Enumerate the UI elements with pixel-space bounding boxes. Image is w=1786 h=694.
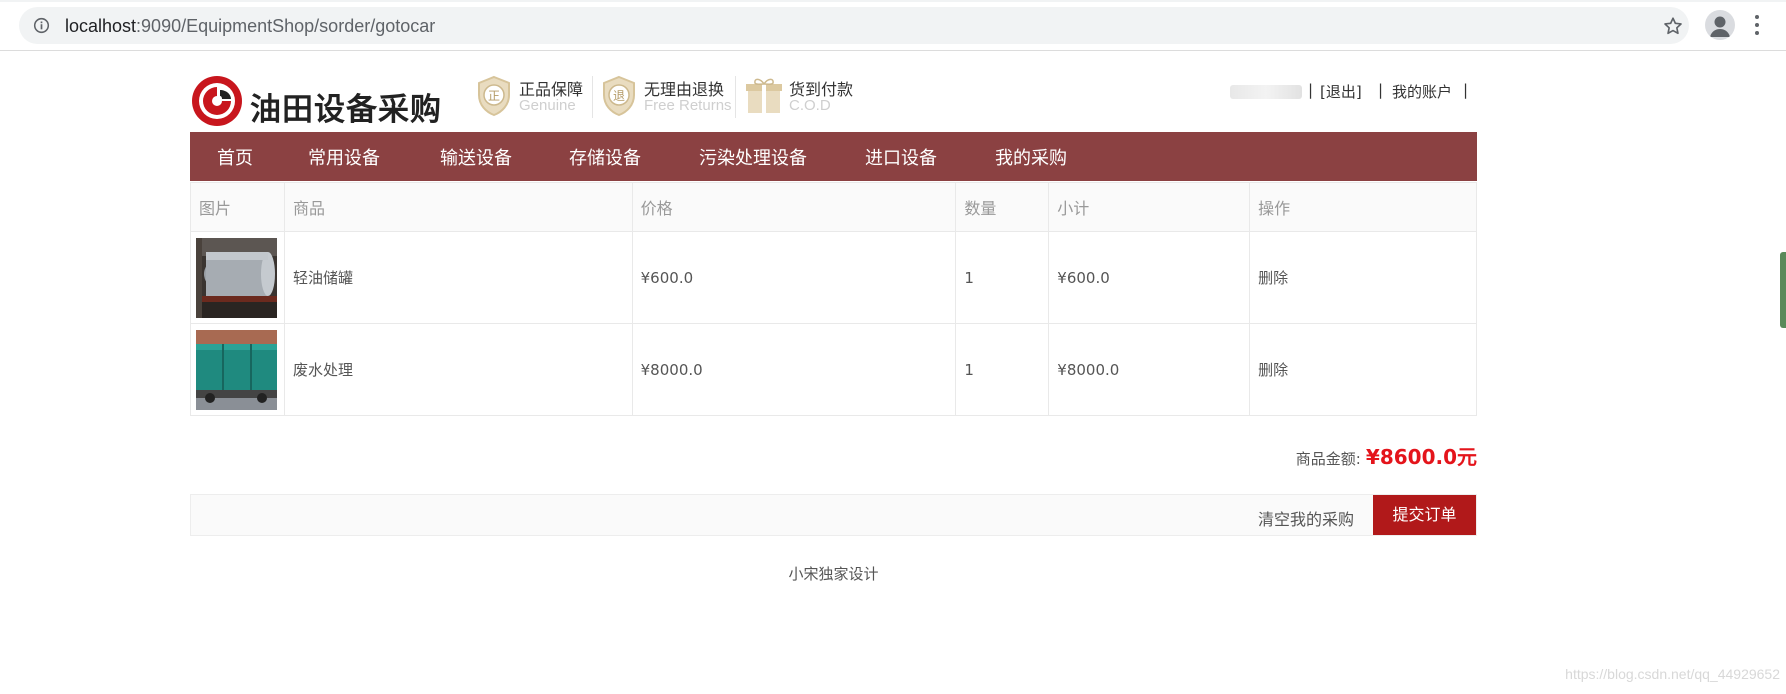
url-text[interactable]: localhost:9090/EquipmentShop/sorder/goto… [65,16,435,37]
bookmark-star-icon[interactable] [1662,15,1684,37]
nav-item-common-equipment[interactable]: 常用设备 [308,144,380,170]
more-vert-icon[interactable] [1754,14,1760,36]
badge-subtitle: C.O.D [789,97,831,114]
logout-link[interactable]: [退出] [1320,81,1362,102]
product-subtotal: ¥8000.0 [1048,323,1251,416]
total-amount: ¥8600.0元 [1365,445,1477,469]
userbar-separator: | [1378,81,1384,99]
badge-divider [592,76,593,118]
shield-genuine-icon: 正 [478,75,510,117]
product-name[interactable]: 废水处理 [283,323,633,416]
user-bar: | [退出] | 我的账户 | [1230,81,1477,103]
nav-item-my-purchases[interactable]: 我的采购 [995,144,1067,170]
table-row: 轻油储罐 ¥600.0 1 ¥600.0 删除 [190,231,1477,324]
badge-genuine: 正 正品保障 Genuine [475,70,585,120]
total-label: 商品金额: [1295,450,1361,468]
username-redacted [1230,85,1302,99]
info-icon[interactable] [33,17,50,34]
gift-box-icon [746,78,782,113]
svg-text:正: 正 [488,89,500,103]
column-header: 小计 [1048,182,1251,232]
nav-item-imported-equipment[interactable]: 进口设备 [865,144,937,170]
column-header: 商品 [283,182,633,232]
product-quantity: 1 [955,323,1050,416]
badge-divider [735,76,736,118]
logo-mark-icon [192,76,242,126]
column-header: 价格 [631,182,957,232]
url-path: :9090/EquipmentShop/sorder/gotocar [136,16,436,36]
badge-free-returns: 退 无理由退换 Free Returns [600,70,732,120]
clear-cart-link[interactable]: 清空我的采购 [1258,506,1354,530]
delete-link[interactable]: 删除 [1249,323,1477,416]
nav-item-conveying-equipment[interactable]: 输送设备 [440,144,512,170]
badge-subtitle: Free Returns [644,97,732,114]
url-host: localhost [65,16,137,36]
product-name[interactable]: 轻油储罐 [283,231,633,324]
product-quantity: 1 [955,231,1050,324]
table-row: 废水处理 ¥8000.0 1 ¥8000.0 删除 [190,323,1477,416]
userbar-separator: | [1308,81,1314,99]
order-total: 商品金额: ¥8600.0元 [1296,441,1477,470]
nav-item-home[interactable]: 首页 [217,144,253,170]
product-price: ¥600.0 [631,231,957,324]
cart-action-bar: 清空我的采购 提交订单 [190,494,1477,536]
site-logo[interactable]: 油田设备采购 [190,74,450,130]
browser-toolbar: localhost:9090/EquipmentShop/sorder/goto… [0,0,1786,51]
product-image-oil-tank[interactable] [196,237,277,318]
watermark-text: https://blog.csdn.net/qq_44929652 [1565,666,1780,682]
product-subtotal: ¥600.0 [1048,231,1251,324]
delete-link[interactable]: 删除 [1249,231,1477,324]
person-icon [1710,16,1730,37]
my-account-link[interactable]: 我的账户 [1392,81,1452,102]
cart-table: 图片 商品 价格 数量 小计 操作 轻油储罐 ¥600.0 1 ¥600.0 删… [190,182,1477,416]
badge-cod: 货到付款 C.O.D [745,70,855,120]
profile-avatar[interactable] [1705,10,1735,40]
badge-subtitle: Genuine [519,97,576,114]
column-header: 操作 [1249,182,1477,232]
nav-item-pollution-treatment[interactable]: 污染处理设备 [699,144,807,170]
address-bar[interactable]: localhost:9090/EquipmentShop/sorder/goto… [19,7,1689,44]
tab-strip-edge [0,0,1786,2]
brand-name: 油田设备采购 [250,92,442,128]
shield-returns-icon: 退 [603,75,635,117]
product-image-wastewater-unit[interactable] [196,329,277,410]
product-price: ¥8000.0 [631,323,957,416]
svg-text:退: 退 [613,89,625,103]
footer-text: 小宋独家设计 [788,565,879,583]
main-nav: 首页 常用设备 输送设备 存储设备 污染处理设备 进口设备 我的采购 [190,132,1477,181]
table-header-row: 图片 商品 价格 数量 小计 操作 [190,182,1477,232]
side-scroll-handle[interactable] [1780,252,1786,328]
submit-order-button[interactable]: 提交订单 [1373,495,1476,535]
column-header: 图片 [190,182,285,232]
userbar-separator: | [1463,81,1469,99]
column-header: 数量 [955,182,1050,232]
product-image-cell [190,231,285,324]
nav-item-storage-equipment[interactable]: 存储设备 [569,144,641,170]
product-image-cell [190,323,285,416]
